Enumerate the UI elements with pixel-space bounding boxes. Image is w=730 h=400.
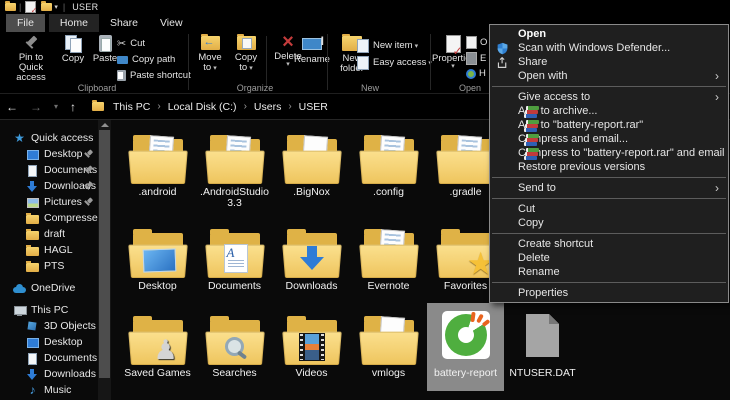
menu-separator xyxy=(492,86,726,87)
folder-icon xyxy=(284,228,340,278)
menu-item-compress-rar-email[interactable]: Compress to "battery-report.rar" and ema… xyxy=(490,146,728,160)
share-arrow-icon xyxy=(496,56,510,69)
file-item-ntuser-dat[interactable]: NTUSER.DAT xyxy=(504,303,581,391)
folder-icon xyxy=(361,315,417,365)
folder-icon xyxy=(361,134,417,184)
file-label: Documents xyxy=(196,281,273,292)
menu-label: Restore previous versions xyxy=(518,161,645,173)
menu-label: Open with xyxy=(518,70,568,82)
menu-item-cut[interactable]: Cut xyxy=(490,202,728,216)
file-item-searches[interactable]: Searches xyxy=(196,303,273,391)
menu-item-create-shortcut[interactable]: Create shortcut xyxy=(490,237,728,251)
folder-icon xyxy=(284,134,340,184)
file-item-bignox[interactable]: .BigNox xyxy=(273,122,350,210)
file-label: .BigNox xyxy=(273,187,350,198)
menu-item-open[interactable]: Open xyxy=(490,27,728,41)
menu-label: Share xyxy=(518,56,547,68)
download-arrow-icon xyxy=(300,246,324,271)
coccoc-disc-icon xyxy=(442,311,490,359)
folder-icon: ★ xyxy=(438,228,494,278)
menu-label: Copy xyxy=(518,217,544,229)
menu-label: Rename xyxy=(518,266,560,278)
menu-label: Delete xyxy=(518,252,550,264)
file-label: .android xyxy=(119,187,196,198)
menu-separator xyxy=(492,233,726,234)
file-label: .config xyxy=(350,187,427,198)
file-item-vmlogs[interactable]: vmlogs xyxy=(350,303,427,391)
menu-label: Properties xyxy=(518,287,568,299)
menu-item-scan-defender[interactable]: Scan with Windows Defender... xyxy=(490,41,728,55)
menu-separator xyxy=(492,282,726,283)
submenu-arrow-icon: › xyxy=(715,181,719,195)
folder-icon xyxy=(438,134,494,184)
menu-label: Give access to xyxy=(518,91,590,103)
file-label: NTUSER.DAT xyxy=(504,368,581,379)
filmstrip-icon xyxy=(299,333,325,361)
chess-pawn-icon: ♟ xyxy=(154,337,178,363)
menu-label: Scan with Windows Defender... xyxy=(518,42,670,54)
file-item-android[interactable]: .android xyxy=(119,122,196,210)
context-menu: Open Scan with Windows Defender... Share… xyxy=(489,24,729,303)
menu-item-delete[interactable]: Delete xyxy=(490,251,728,265)
menu-separator xyxy=(492,198,726,199)
submenu-arrow-icon: › xyxy=(715,69,719,83)
file-label: Videos xyxy=(273,368,350,379)
file-label: vmlogs xyxy=(350,368,427,379)
folder-icon xyxy=(130,228,186,278)
folder-icon xyxy=(130,134,186,184)
file-label: Downloads xyxy=(273,281,350,292)
desktop-screen-icon xyxy=(142,248,176,272)
menu-item-open-with[interactable]: Open with › xyxy=(490,69,728,83)
menu-item-restore-versions[interactable]: Restore previous versions xyxy=(490,160,728,174)
menu-label: Create shortcut xyxy=(518,238,593,250)
file-label: Saved Games xyxy=(119,368,196,379)
submenu-arrow-icon: › xyxy=(715,90,719,104)
file-item-documents[interactable]: Documents xyxy=(196,216,273,304)
document-page-icon xyxy=(224,244,248,273)
menu-item-share[interactable]: Share xyxy=(490,55,728,69)
file-label: Desktop xyxy=(119,281,196,292)
menu-item-copy[interactable]: Copy xyxy=(490,216,728,230)
menu-label: Open xyxy=(518,28,546,40)
menu-item-compress-email[interactable]: Compress and email... xyxy=(490,132,728,146)
file-item-evernote[interactable]: Evernote xyxy=(350,216,427,304)
file-item-battery-report[interactable]: battery-report xyxy=(427,303,504,391)
file-item-config[interactable]: .config xyxy=(350,122,427,210)
file-label: Evernote xyxy=(350,281,427,292)
defender-shield-icon xyxy=(496,42,510,55)
file-label: .AndroidStudio3.3 xyxy=(196,187,273,209)
file-item-desktop[interactable]: Desktop xyxy=(119,216,196,304)
folder-icon xyxy=(284,315,340,365)
menu-item-rename[interactable]: Rename xyxy=(490,265,728,279)
magnifier-icon xyxy=(223,337,247,361)
file-item-downloads[interactable]: Downloads xyxy=(273,216,350,304)
folder-icon xyxy=(207,315,263,365)
menu-item-give-access[interactable]: Give access to › xyxy=(490,90,728,104)
file-item-androidstudio[interactable]: .AndroidStudio3.3 xyxy=(196,122,273,210)
menu-label: Cut xyxy=(518,203,535,215)
menu-item-properties[interactable]: Properties xyxy=(490,286,728,300)
folder-icon xyxy=(207,228,263,278)
menu-item-send-to[interactable]: Send to › xyxy=(490,181,728,195)
menu-item-add-to-archive[interactable]: Add to archive... xyxy=(490,104,728,118)
file-item-saved-games[interactable]: ♟ Saved Games xyxy=(119,303,196,391)
menu-separator xyxy=(492,177,726,178)
file-item-videos[interactable]: Videos xyxy=(273,303,350,391)
folder-icon: ♟ xyxy=(130,315,186,365)
dat-file-icon xyxy=(526,314,559,357)
file-label: Searches xyxy=(196,368,273,379)
file-label: battery-report xyxy=(427,368,504,379)
folder-icon xyxy=(207,134,263,184)
menu-label: Send to xyxy=(518,182,556,194)
menu-label: Compress to "battery-report.rar" and ema… xyxy=(518,147,725,159)
folder-icon xyxy=(361,228,417,278)
menu-item-add-to-rar[interactable]: Add to "battery-report.rar" xyxy=(490,118,728,132)
